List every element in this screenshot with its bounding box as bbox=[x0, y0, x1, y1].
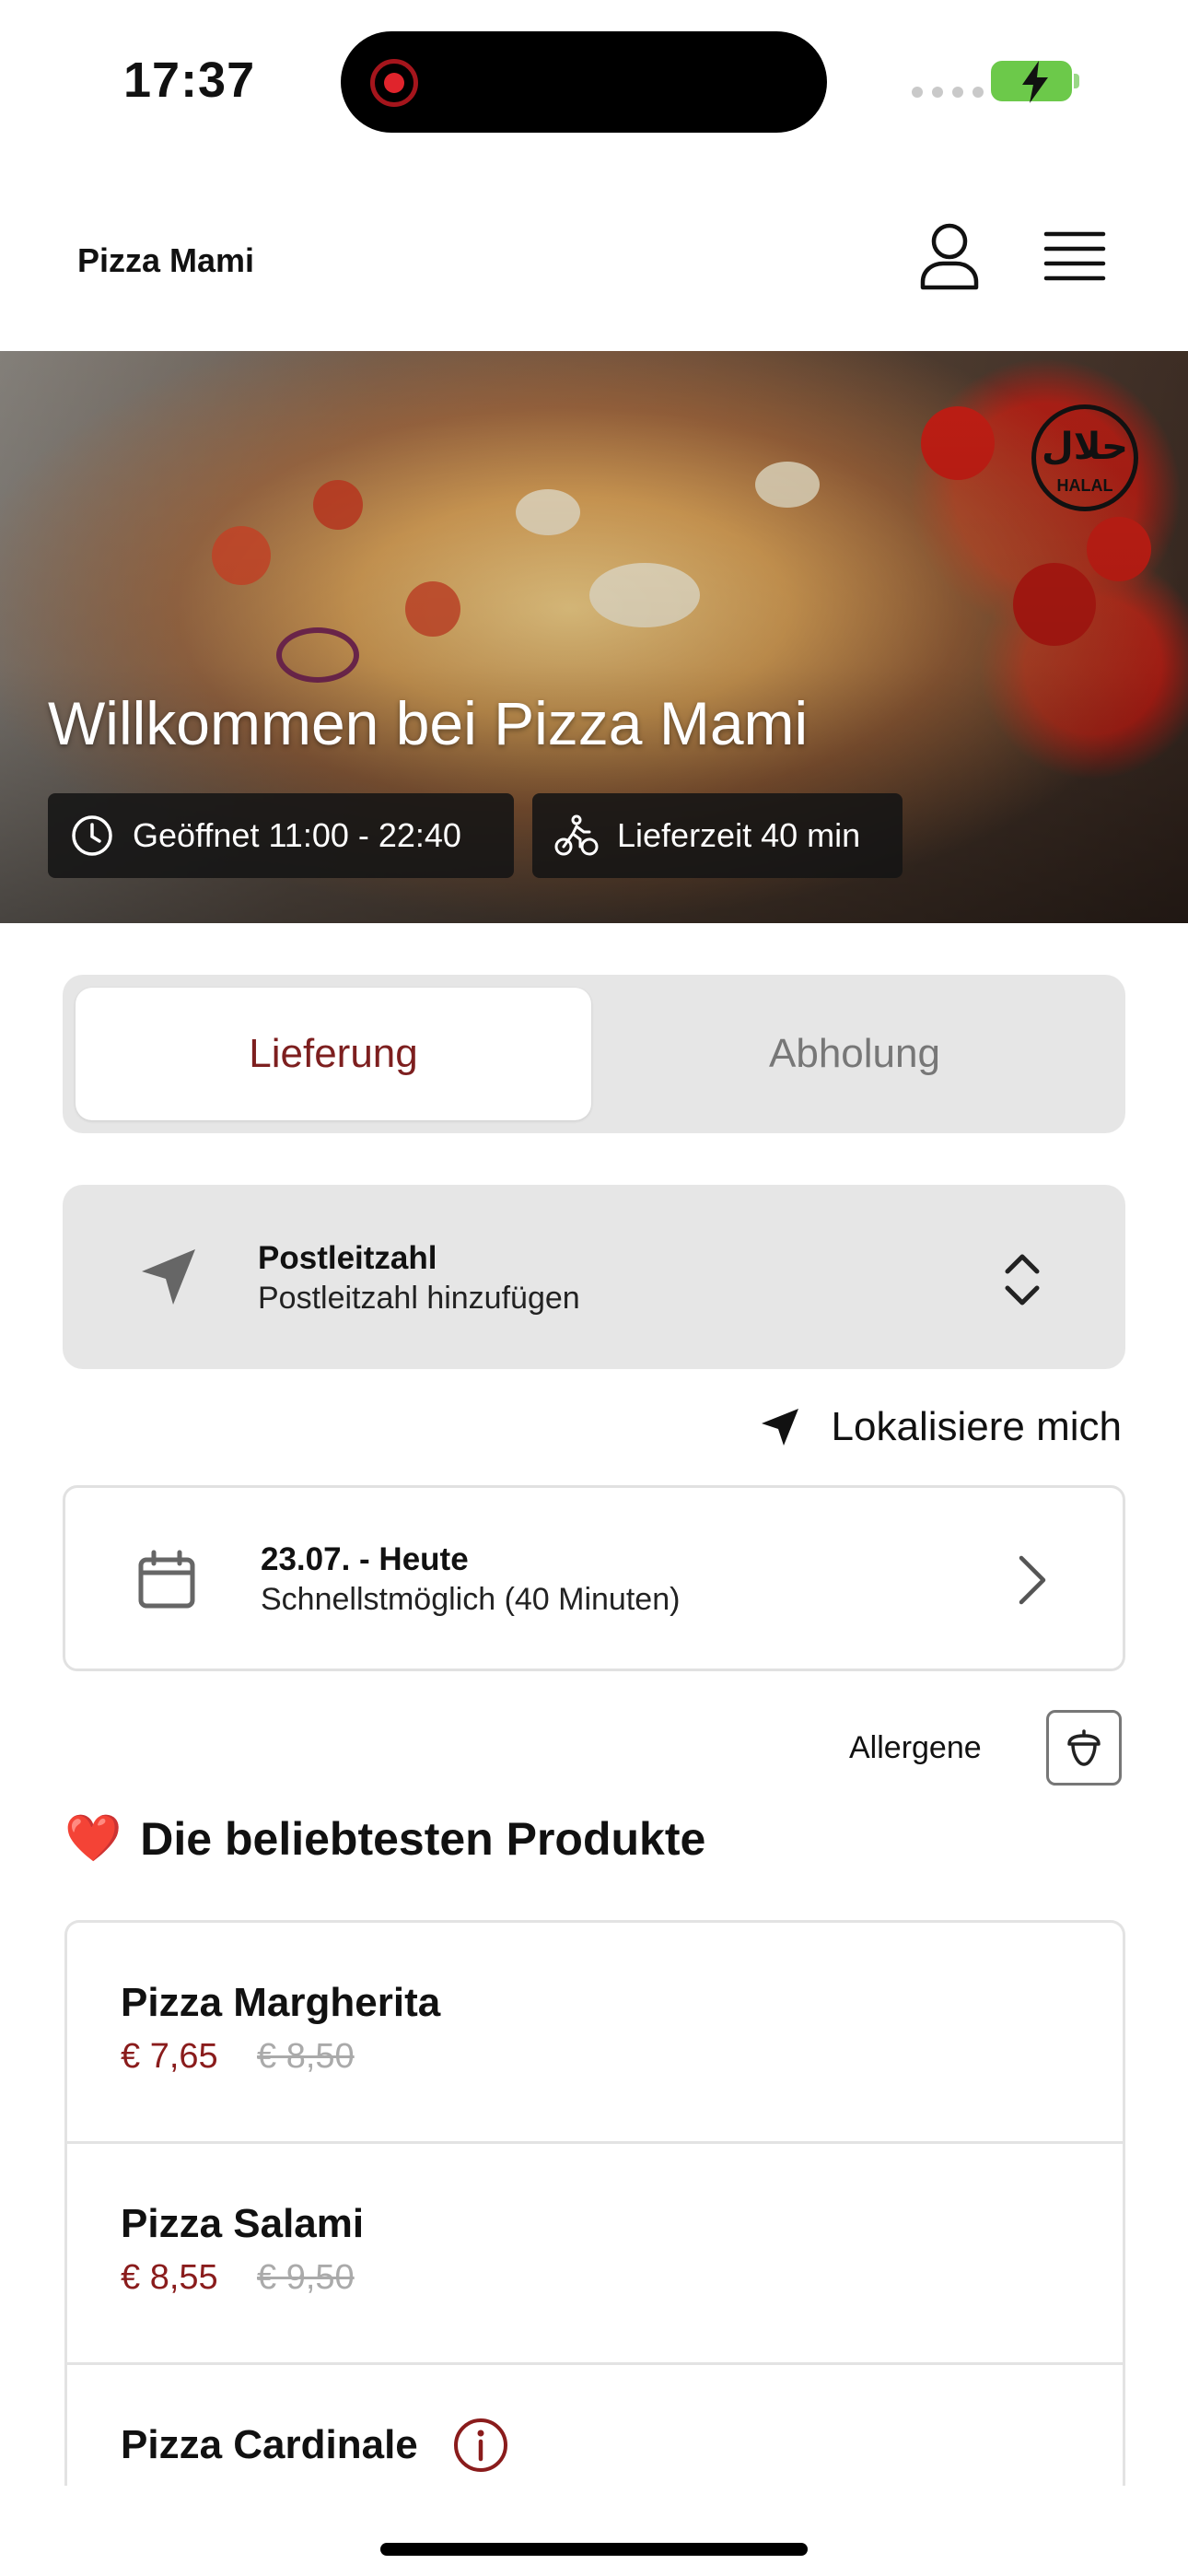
hamburger-menu-icon[interactable] bbox=[1042, 228, 1107, 284]
product-name: Pizza Margherita bbox=[121, 1980, 441, 2025]
status-bar: 17:37 bbox=[0, 0, 1188, 166]
hero-banner: حلال HALAL Willkommen bei Pizza Mami Geö… bbox=[0, 351, 1188, 923]
schedule-date: 23.07. - Heute bbox=[261, 1541, 469, 1577]
tab-pickup[interactable]: Abholung bbox=[597, 988, 1112, 1120]
postcode-label: Postleitzahl bbox=[258, 1240, 437, 1276]
schedule-selector[interactable]: 23.07. - Heute Schnellstmöglich (40 Minu… bbox=[63, 1485, 1125, 1671]
user-icon[interactable] bbox=[917, 221, 982, 291]
chevron-right-icon bbox=[1019, 1555, 1046, 1605]
product-old-price: € 8,50 bbox=[257, 2037, 355, 2076]
product-name: Pizza Cardinale bbox=[121, 2422, 418, 2467]
location-arrow-icon bbox=[142, 1249, 195, 1305]
halal-badge: حلال HALAL bbox=[1031, 404, 1138, 511]
popular-product-list: Pizza Margherita € 7,65 € 8,50 Pizza Sal… bbox=[64, 1920, 1125, 2486]
bicycle-courier-icon bbox=[554, 814, 599, 856]
product-item[interactable]: Pizza Cardinale bbox=[67, 2365, 1123, 2486]
popular-products-title: Die beliebtesten Produkte bbox=[140, 1812, 706, 1865]
opening-hours-text: Geöffnet 11:00 - 22:40 bbox=[133, 816, 461, 854]
postcode-selector[interactable]: Postleitzahl Postleitzahl hinzufügen bbox=[63, 1185, 1125, 1369]
product-name: Pizza Salami bbox=[121, 2201, 365, 2246]
delivery-time-text: Lieferzeit 40 min bbox=[617, 816, 861, 854]
chevron-up-down-icon bbox=[1005, 1254, 1040, 1306]
order-mode-toggle: Lieferung Abholung bbox=[63, 975, 1125, 1133]
battery-charging-icon bbox=[991, 61, 1079, 103]
info-icon[interactable] bbox=[452, 2417, 509, 2474]
delivery-time-chip: Lieferzeit 40 min bbox=[532, 793, 903, 878]
allergens-label: Allergene bbox=[849, 1730, 982, 1765]
acorn-icon bbox=[1067, 1729, 1101, 1766]
schedule-time: Schnellstmöglich (40 Minuten) bbox=[261, 1582, 681, 1617]
cellular-signal-icon bbox=[912, 87, 984, 98]
locate-me-label: Lokalisiere mich bbox=[831, 1404, 1122, 1449]
allergens-button[interactable] bbox=[1046, 1710, 1122, 1786]
postcode-field[interactable]: Postleitzahl hinzufügen bbox=[258, 1281, 580, 1317]
opening-hours-chip: Geöffnet 11:00 - 22:40 bbox=[48, 793, 514, 878]
brand-name[interactable]: Pizza Mami bbox=[77, 241, 254, 280]
locate-me-button[interactable]: Lokalisiere mich bbox=[758, 1400, 1122, 1454]
product-item[interactable]: Pizza Salami € 8,55 € 9,50 bbox=[67, 2144, 1123, 2365]
calendar-icon bbox=[138, 1550, 195, 1609]
popular-products-heading: ❤️ Die beliebtesten Produkte bbox=[64, 1811, 705, 1866]
heart-emoji-icon: ❤️ bbox=[64, 1812, 122, 1864]
welcome-title: Willkommen bei Pizza Mami bbox=[48, 689, 809, 757]
product-price: € 7,65 bbox=[121, 2037, 218, 2076]
product-old-price: € 9,50 bbox=[257, 2258, 355, 2297]
home-indicator bbox=[380, 2543, 808, 2556]
status-time: 17:37 bbox=[123, 53, 256, 108]
halal-badge-text: HALAL bbox=[1056, 476, 1113, 495]
clock-icon bbox=[72, 815, 112, 856]
product-item[interactable]: Pizza Margherita € 7,65 € 8,50 bbox=[67, 1923, 1123, 2144]
app-header: Pizza Mami bbox=[0, 184, 1188, 350]
dynamic-island bbox=[341, 31, 827, 133]
navigation-arrow-icon bbox=[761, 1409, 798, 1446]
tab-delivery[interactable]: Lieferung bbox=[76, 988, 591, 1120]
product-price: € 8,55 bbox=[121, 2258, 218, 2297]
halal-arabic-text: حلال bbox=[1042, 426, 1128, 468]
recording-indicator-icon bbox=[370, 59, 418, 107]
